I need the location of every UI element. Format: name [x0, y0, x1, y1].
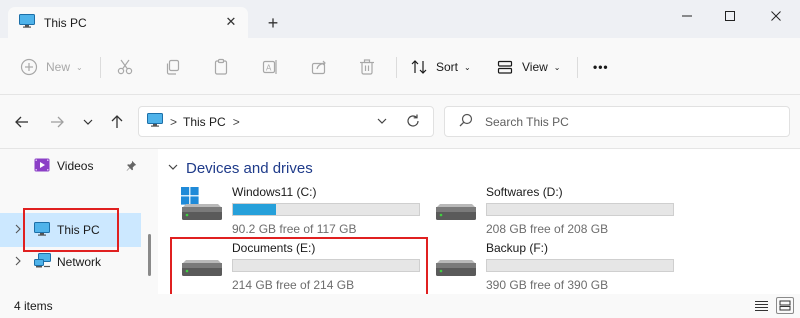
chevron-down-icon [83, 119, 93, 125]
status-bar: 4 items [0, 294, 800, 318]
sort-label: Sort [436, 60, 459, 74]
view-button[interactable]: View ⌄ [496, 56, 561, 78]
divider [100, 57, 101, 78]
chevron-right-icon[interactable] [14, 256, 22, 268]
videos-icon [34, 157, 50, 176]
highlight-box-this-pc [23, 208, 119, 252]
new-label: New [46, 60, 71, 74]
tab-this-pc[interactable]: This PC ✕ [8, 7, 248, 38]
sort-button[interactable]: Sort ⌄ [410, 56, 471, 78]
rename-icon: A [261, 58, 279, 76]
group-title: Devices and drives [186, 160, 313, 177]
up-button[interactable] [107, 112, 127, 132]
scissors-icon [116, 58, 134, 76]
monitor-icon [147, 113, 163, 130]
drive-free-space: 390 GB free of 390 GB [486, 278, 609, 292]
drive-usage-fill [233, 204, 276, 215]
tab-title: This PC [44, 15, 87, 30]
address-bar[interactable]: > This PC > [138, 106, 434, 137]
details-view-icon [754, 301, 768, 311]
nav-item-label: Videos [57, 159, 94, 173]
drive-free-space: 90.2 GB free of 117 GB [232, 222, 357, 236]
search-input[interactable]: Search This PC [444, 106, 790, 137]
refresh-icon [407, 114, 419, 127]
breadcrumb-separator[interactable]: > [170, 115, 177, 129]
copy-button[interactable] [164, 56, 182, 78]
more-options-button[interactable]: ••• [593, 56, 609, 78]
back-button[interactable] [12, 112, 32, 132]
chevron-down-icon [168, 162, 178, 175]
address-history-button[interactable] [377, 116, 387, 129]
drive-item[interactable]: Backup (F:) 390 GB free of 390 GB [434, 240, 684, 292]
rename-button[interactable]: A [261, 56, 279, 78]
monitor-icon [19, 14, 35, 31]
breadcrumb-this-pc[interactable]: This PC [183, 115, 226, 129]
nav-item-videos[interactable]: Videos [0, 149, 141, 183]
hard-drive-icon [434, 259, 478, 280]
command-bar: New ⌄ A Sort ⌄ View ⌄ ••• [0, 38, 800, 95]
trash-icon [358, 58, 376, 76]
view-label: View [522, 60, 548, 74]
recent-locations-button[interactable] [78, 112, 98, 132]
drive-usage-bar [486, 259, 674, 272]
chevron-right-icon[interactable] [14, 224, 22, 236]
chevron-down-icon: ⌄ [76, 62, 83, 72]
arrow-up-icon [111, 115, 123, 128]
chevron-down-icon: ⌄ [464, 62, 471, 72]
sort-icon [410, 58, 428, 76]
refresh-button[interactable] [405, 113, 421, 132]
tiles-view-button[interactable] [776, 297, 794, 314]
drive-usage-bar [232, 203, 420, 216]
drive-usage-bar [486, 203, 674, 216]
drive-name: Windows11 (C:) [232, 185, 317, 199]
view-icon [496, 58, 514, 76]
svg-text:A: A [266, 64, 272, 73]
cut-button[interactable] [116, 56, 134, 78]
hard-drive-icon [180, 203, 224, 224]
pin-icon [126, 160, 137, 174]
drive-name: Backup (F:) [486, 241, 549, 255]
breadcrumb-separator[interactable]: > [233, 115, 240, 129]
arrow-left-icon [15, 116, 28, 128]
minimize-button[interactable] [676, 6, 698, 26]
arrow-right-icon [51, 116, 64, 128]
item-count: 4 items [14, 299, 53, 313]
forward-button[interactable] [47, 112, 67, 132]
close-tab-icon[interactable]: ✕ [224, 15, 238, 29]
group-header[interactable]: Devices and drives [168, 160, 313, 177]
network-icon [34, 252, 52, 272]
divider [396, 57, 397, 78]
hard-drive-icon [434, 203, 478, 224]
drive-item[interactable]: Windows11 (C:) 90.2 GB free of 117 GB [180, 184, 430, 236]
share-button[interactable] [310, 56, 328, 78]
close-window-button[interactable] [765, 6, 787, 26]
plus-circle-icon [20, 58, 38, 76]
new-button[interactable]: New ⌄ [20, 56, 83, 78]
clipboard-icon [212, 58, 230, 76]
chevron-down-icon [377, 118, 387, 124]
nav-item-label: Network [57, 255, 102, 269]
highlight-box-documents [170, 237, 428, 298]
search-placeholder: Search This PC [485, 114, 569, 129]
drive-item[interactable]: Softwares (D:) 208 GB free of 208 GB [434, 184, 684, 236]
title-bar: This PC ✕ + [0, 0, 800, 38]
navigation-scrollbar[interactable] [148, 234, 151, 276]
maximize-button[interactable] [719, 6, 741, 26]
details-view-button[interactable] [752, 297, 770, 314]
drive-free-space: 208 GB free of 208 GB [486, 222, 609, 236]
copy-icon [164, 58, 182, 76]
new-tab-button[interactable]: + [264, 14, 282, 32]
tiles-view-icon [779, 300, 791, 311]
drive-name: Softwares (D:) [486, 185, 563, 199]
chevron-down-icon: ⌄ [553, 62, 561, 72]
paste-button[interactable] [212, 56, 230, 78]
address-bar-row: > This PC > Search This PC [0, 95, 800, 149]
delete-button[interactable] [358, 56, 376, 78]
search-icon [459, 113, 473, 130]
divider [577, 57, 578, 78]
share-icon [310, 58, 328, 76]
